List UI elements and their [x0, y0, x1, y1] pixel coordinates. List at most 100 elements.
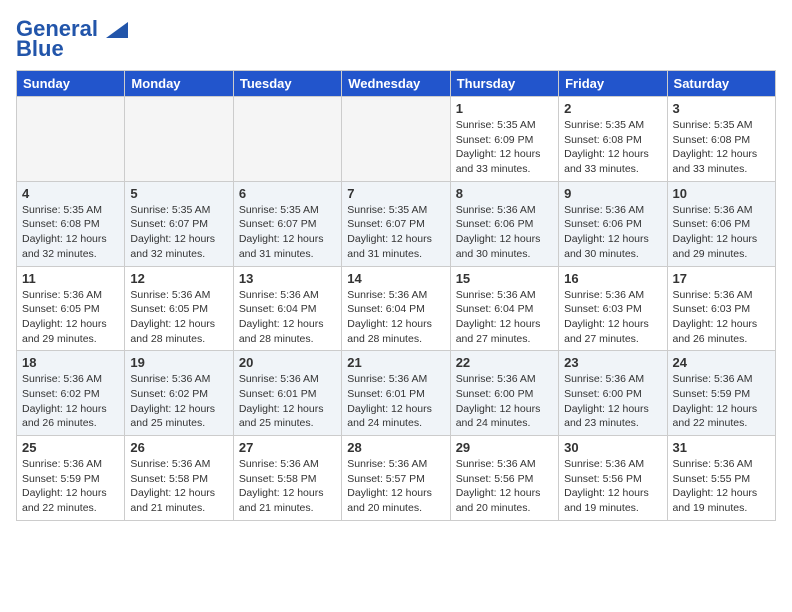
day-info: Sunrise: 5:36 AMSunset: 6:04 PMDaylight:…	[456, 288, 553, 347]
calendar-cell: 12 Sunrise: 5:36 AMSunset: 6:05 PMDayligh…	[125, 266, 233, 351]
calendar-cell: 21 Sunrise: 5:36 AMSunset: 6:01 PMDayligh…	[342, 351, 450, 436]
header: General Blue	[16, 16, 776, 62]
week-row-2: 4Sunrise: 5:35 AMSunset: 6:08 PMDaylight…	[17, 181, 776, 266]
calendar-cell: 31Sunrise: 5:36 AMSunset: 5:55 PMDayligh…	[667, 436, 775, 521]
day-info: Sunrise: 5:36 AMSunset: 6:05 PMDaylight:…	[130, 288, 227, 347]
day-number: 28	[347, 440, 444, 455]
calendar-cell: 7 Sunrise: 5:35 AMSunset: 6:07 PMDaylight…	[342, 181, 450, 266]
day-number: 11	[22, 271, 119, 286]
day-info: Sunrise: 5:36 AMSunset: 6:06 PMDaylight:…	[673, 203, 770, 262]
day-number: 9	[564, 186, 661, 201]
calendar-cell: 27 Sunrise: 5:36 AMSunset: 5:58 PMDayligh…	[233, 436, 341, 521]
day-info: Sunrise: 5:36 AMSunset: 5:59 PMDaylight:…	[673, 372, 770, 431]
weekday-header-saturday: Saturday	[667, 71, 775, 97]
weekday-header-row: SundayMondayTuesdayWednesdayThursdayFrid…	[17, 71, 776, 97]
calendar-cell: 23 Sunrise: 5:36 AMSunset: 6:00 PMDayligh…	[559, 351, 667, 436]
day-info: Sunrise: 5:36 AMSunset: 5:58 PMDaylight:…	[130, 457, 227, 516]
day-number: 12	[130, 271, 227, 286]
day-number: 16	[564, 271, 661, 286]
day-info: Sunrise: 5:35 AMSunset: 6:08 PMDaylight:…	[673, 118, 770, 177]
logo-icon	[106, 22, 128, 38]
weekday-header-friday: Friday	[559, 71, 667, 97]
day-number: 15	[456, 271, 553, 286]
weekday-header-thursday: Thursday	[450, 71, 558, 97]
day-number: 7	[347, 186, 444, 201]
week-row-3: 11 Sunrise: 5:36 AMSunset: 6:05 PMDayligh…	[17, 266, 776, 351]
day-info: Sunrise: 5:35 AMSunset: 6:08 PMDaylight:…	[564, 118, 661, 177]
calendar-cell	[233, 97, 341, 182]
calendar-cell: 30 Sunrise: 5:36 AMSunset: 5:56 PMDayligh…	[559, 436, 667, 521]
calendar-cell: 24 Sunrise: 5:36 AMSunset: 5:59 PMDayligh…	[667, 351, 775, 436]
calendar-cell: 28 Sunrise: 5:36 AMSunset: 5:57 PMDayligh…	[342, 436, 450, 521]
day-info: Sunrise: 5:36 AMSunset: 5:59 PMDaylight:…	[22, 457, 119, 516]
calendar-cell: 17 Sunrise: 5:36 AMSunset: 6:03 PMDayligh…	[667, 266, 775, 351]
day-number: 29	[456, 440, 553, 455]
day-info: Sunrise: 5:36 AMSunset: 5:58 PMDaylight:…	[239, 457, 336, 516]
day-number: 1	[456, 101, 553, 116]
day-info: Sunrise: 5:35 AMSunset: 6:07 PMDaylight:…	[239, 203, 336, 262]
day-number: 25	[22, 440, 119, 455]
calendar-cell: 18Sunrise: 5:36 AMSunset: 6:02 PMDayligh…	[17, 351, 125, 436]
calendar-cell	[17, 97, 125, 182]
calendar-cell: 8 Sunrise: 5:36 AMSunset: 6:06 PMDaylight…	[450, 181, 558, 266]
calendar-cell: 15 Sunrise: 5:36 AMSunset: 6:04 PMDayligh…	[450, 266, 558, 351]
day-number: 19	[130, 355, 227, 370]
day-number: 8	[456, 186, 553, 201]
calendar-cell: 2 Sunrise: 5:35 AMSunset: 6:08 PMDaylight…	[559, 97, 667, 182]
day-info: Sunrise: 5:35 AMSunset: 6:09 PMDaylight:…	[456, 118, 553, 177]
day-number: 27	[239, 440, 336, 455]
day-info: Sunrise: 5:36 AMSunset: 6:02 PMDaylight:…	[22, 372, 119, 431]
day-number: 3	[673, 101, 770, 116]
day-number: 26	[130, 440, 227, 455]
day-number: 13	[239, 271, 336, 286]
day-number: 5	[130, 186, 227, 201]
day-info: Sunrise: 5:36 AMSunset: 6:06 PMDaylight:…	[564, 203, 661, 262]
calendar-cell: 13 Sunrise: 5:36 AMSunset: 6:04 PMDayligh…	[233, 266, 341, 351]
day-number: 23	[564, 355, 661, 370]
calendar-cell	[342, 97, 450, 182]
calendar-cell: 4Sunrise: 5:35 AMSunset: 6:08 PMDaylight…	[17, 181, 125, 266]
calendar-cell: 5Sunrise: 5:35 AMSunset: 6:07 PMDaylight…	[125, 181, 233, 266]
calendar-cell: 10Sunrise: 5:36 AMSunset: 6:06 PMDayligh…	[667, 181, 775, 266]
calendar: SundayMondayTuesdayWednesdayThursdayFrid…	[16, 70, 776, 521]
calendar-cell: 6Sunrise: 5:35 AMSunset: 6:07 PMDaylight…	[233, 181, 341, 266]
day-info: Sunrise: 5:36 AMSunset: 6:02 PMDaylight:…	[130, 372, 227, 431]
day-info: Sunrise: 5:36 AMSunset: 5:57 PMDaylight:…	[347, 457, 444, 516]
calendar-cell: 22Sunrise: 5:36 AMSunset: 6:00 PMDayligh…	[450, 351, 558, 436]
calendar-cell: 3 Sunrise: 5:35 AMSunset: 6:08 PMDaylight…	[667, 97, 775, 182]
day-info: Sunrise: 5:36 AMSunset: 6:06 PMDaylight:…	[456, 203, 553, 262]
calendar-cell: 1 Sunrise: 5:35 AMSunset: 6:09 PMDaylight…	[450, 97, 558, 182]
calendar-cell: 11 Sunrise: 5:36 AMSunset: 6:05 PMDayligh…	[17, 266, 125, 351]
day-number: 20	[239, 355, 336, 370]
logo: General Blue	[16, 16, 128, 62]
day-number: 22	[456, 355, 553, 370]
calendar-cell: 26 Sunrise: 5:36 AMSunset: 5:58 PMDayligh…	[125, 436, 233, 521]
calendar-cell: 25 Sunrise: 5:36 AMSunset: 5:59 PMDayligh…	[17, 436, 125, 521]
day-info: Sunrise: 5:35 AMSunset: 6:07 PMDaylight:…	[347, 203, 444, 262]
calendar-cell: 16 Sunrise: 5:36 AMSunset: 6:03 PMDayligh…	[559, 266, 667, 351]
day-info: Sunrise: 5:36 AMSunset: 6:03 PMDaylight:…	[564, 288, 661, 347]
week-row-5: 25 Sunrise: 5:36 AMSunset: 5:59 PMDayligh…	[17, 436, 776, 521]
day-number: 30	[564, 440, 661, 455]
day-number: 21	[347, 355, 444, 370]
day-info: Sunrise: 5:36 AMSunset: 6:05 PMDaylight:…	[22, 288, 119, 347]
day-number: 4	[22, 186, 119, 201]
day-info: Sunrise: 5:36 AMSunset: 6:03 PMDaylight:…	[673, 288, 770, 347]
week-row-1: 1 Sunrise: 5:35 AMSunset: 6:09 PMDaylight…	[17, 97, 776, 182]
day-info: Sunrise: 5:36 AMSunset: 6:01 PMDaylight:…	[347, 372, 444, 431]
calendar-cell: 14Sunrise: 5:36 AMSunset: 6:04 PMDayligh…	[342, 266, 450, 351]
day-info: Sunrise: 5:36 AMSunset: 5:56 PMDaylight:…	[456, 457, 553, 516]
calendar-cell	[125, 97, 233, 182]
weekday-header-sunday: Sunday	[17, 71, 125, 97]
day-number: 17	[673, 271, 770, 286]
calendar-cell: 19 Sunrise: 5:36 AMSunset: 6:02 PMDayligh…	[125, 351, 233, 436]
calendar-cell: 9 Sunrise: 5:36 AMSunset: 6:06 PMDaylight…	[559, 181, 667, 266]
day-number: 24	[673, 355, 770, 370]
calendar-cell: 29 Sunrise: 5:36 AMSunset: 5:56 PMDayligh…	[450, 436, 558, 521]
day-info: Sunrise: 5:36 AMSunset: 6:00 PMDaylight:…	[564, 372, 661, 431]
day-info: Sunrise: 5:36 AMSunset: 6:04 PMDaylight:…	[239, 288, 336, 347]
day-info: Sunrise: 5:36 AMSunset: 5:56 PMDaylight:…	[564, 457, 661, 516]
day-number: 2	[564, 101, 661, 116]
weekday-header-wednesday: Wednesday	[342, 71, 450, 97]
weekday-header-monday: Monday	[125, 71, 233, 97]
